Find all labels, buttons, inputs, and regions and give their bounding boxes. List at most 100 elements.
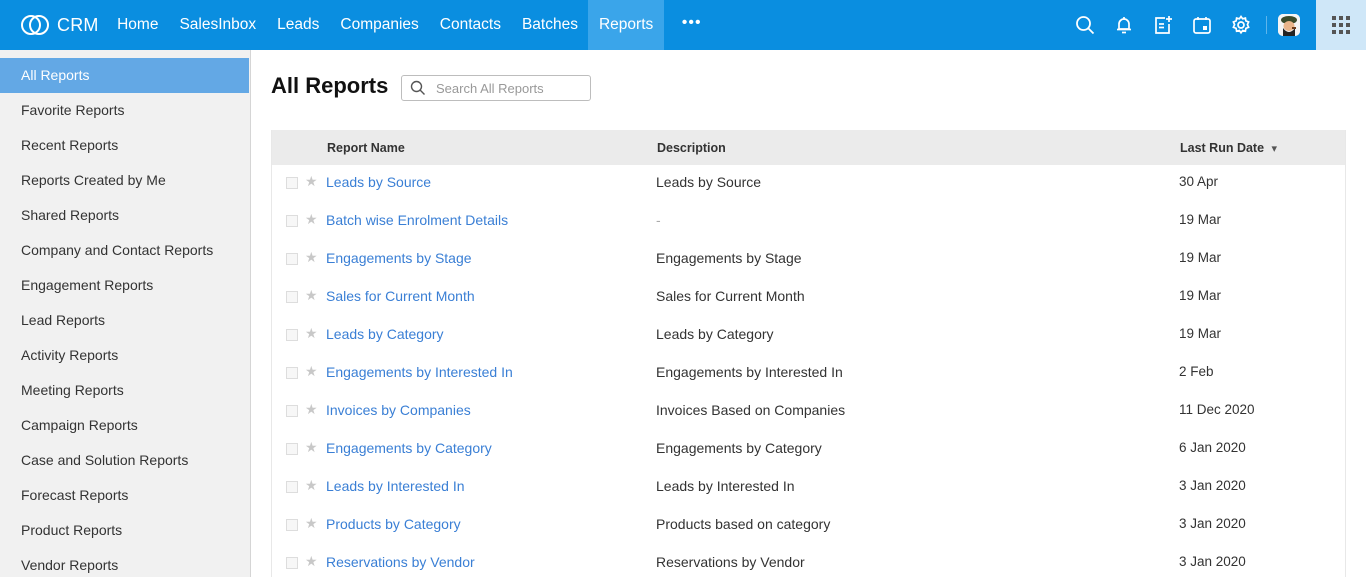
row-checkbox[interactable] [286,405,298,417]
sidebar-item-company-contact-reports[interactable]: Company and Contact Reports [0,233,250,268]
favorite-star-icon[interactable]: ★ [305,363,318,380]
report-name-link[interactable]: Products by Category [326,516,461,532]
report-name-link[interactable]: Engagements by Stage [326,250,472,266]
table-row: ★ Engagements by Stage Engagements by Stag… [272,241,1345,279]
report-name-link[interactable]: Engagements by Interested In [326,364,513,380]
report-description: - [656,212,661,228]
table-row: ★ Invoices by Companies Invoices Based on … [272,393,1345,431]
report-name-link[interactable]: Invoices by Companies [326,402,471,418]
search-box[interactable] [401,75,591,101]
sidebar-item-activity-reports[interactable]: Activity Reports [0,338,250,373]
nav-home[interactable]: Home [107,0,169,50]
sidebar-item-favorite-reports[interactable]: Favorite Reports [0,93,250,128]
report-name-link[interactable]: Leads by Interested In [326,478,465,494]
favorite-star-icon[interactable]: ★ [305,553,318,570]
avatar-image-icon [1278,14,1300,36]
row-checkbox[interactable] [286,443,298,455]
report-name-link[interactable]: Engagements by Category [326,440,492,456]
sidebar-item-case-solution-reports[interactable]: Case and Solution Reports [0,443,250,478]
favorite-star-icon[interactable]: ★ [305,401,318,418]
grid-icon [1332,16,1350,34]
favorite-star-icon[interactable]: ★ [305,211,318,228]
search-reports-input[interactable] [436,80,586,96]
row-checkbox[interactable] [286,177,298,189]
report-description: Invoices Based on Companies [656,402,846,418]
user-avatar[interactable] [1278,14,1300,36]
column-header-description[interactable]: Description [657,141,726,155]
report-description: Products based on category [656,516,831,532]
table-body: ★ Leads by Source Leads by Source 30 Apr ★ Ba… [272,165,1345,583]
sidebar-item-lead-reports[interactable]: Lead Reports [0,303,250,338]
favorite-star-icon[interactable]: ★ [305,515,318,532]
nav-salesinbox[interactable]: SalesInbox [169,0,267,50]
row-checkbox[interactable] [286,329,298,341]
row-checkbox[interactable] [286,557,298,569]
favorite-star-icon[interactable]: ★ [305,439,318,456]
report-last-run-date: 19 Mar [1179,288,1222,303]
row-checkbox[interactable] [286,291,298,303]
row-checkbox[interactable] [286,215,298,227]
nav-batches[interactable]: Batches [511,0,588,50]
favorite-star-icon[interactable]: ★ [305,173,318,190]
favorite-star-icon[interactable]: ★ [305,325,318,342]
crm-logo[interactable]: CRM [20,14,99,36]
report-last-run-date: 30 Apr [1179,174,1219,189]
sidebar-item-product-reports[interactable]: Product Reports [0,513,250,548]
report-last-run-date: 19 Mar [1179,326,1222,341]
report-description: Leads by Source [656,174,762,190]
sidebar-item-vendor-reports[interactable]: Vendor Reports [0,548,250,583]
row-checkbox[interactable] [286,367,298,379]
sidebar-item-recent-reports[interactable]: Recent Reports [0,128,250,163]
nav-leads[interactable]: Leads [267,0,330,50]
calendar-button[interactable] [1182,0,1221,50]
table-row: ★ Engagements by Interested In Engagements… [272,355,1345,393]
settings-button[interactable] [1221,0,1260,50]
table-row: ★ Sales for Current Month Sales for Curren… [272,279,1345,317]
apps-menu-button[interactable] [1316,0,1366,50]
sidebar-item-campaign-reports[interactable]: Campaign Reports [0,408,250,443]
search-button[interactable] [1065,0,1104,50]
report-last-run-date: 6 Jan 2020 [1179,440,1246,455]
sidebar-item-engagement-reports[interactable]: Engagement Reports [0,268,250,303]
topbar-actions [1065,0,1366,50]
report-last-run-date: 19 Mar [1179,212,1222,227]
favorite-star-icon[interactable]: ★ [305,287,318,304]
report-name-link[interactable]: Leads by Category [326,326,444,342]
report-description: Engagements by Category [656,440,822,456]
reports-table: Report Name Description Last Run Date ▾ … [271,130,1346,577]
report-description: Engagements by Interested In [656,364,843,380]
nav-reports[interactable]: Reports [588,0,664,50]
row-checkbox[interactable] [286,519,298,531]
divider [1266,16,1267,34]
sidebar-item-all-reports[interactable]: All Reports [0,58,249,93]
report-name-link[interactable]: Leads by Source [326,174,431,190]
bell-icon [1116,17,1131,34]
column-header-report-name[interactable]: Report Name [327,141,405,155]
report-name-link[interactable]: Reservations by Vendor [326,554,475,570]
report-last-run-date: 3 Jan 2020 [1179,554,1246,569]
notifications-button[interactable] [1104,0,1143,50]
nav-contacts[interactable]: Contacts [429,0,511,50]
gear-icon [1231,15,1250,35]
reports-sidebar: All Reports Favorite Reports Recent Repo… [0,50,251,577]
table-row: ★ Leads by Category Leads by Category 19 Ma… [272,317,1345,355]
more-menu-button[interactable]: ••• [664,0,720,50]
report-name-link[interactable]: Batch wise Enrolment Details [326,212,508,228]
sidebar-item-forecast-reports[interactable]: Forecast Reports [0,478,250,513]
report-name-link[interactable]: Sales for Current Month [326,288,475,304]
sidebar-item-reports-created-by-me[interactable]: Reports Created by Me [0,163,250,198]
favorite-star-icon[interactable]: ★ [305,249,318,266]
add-note-icon [1154,16,1172,34]
add-note-button[interactable] [1143,0,1182,50]
table-header: Report Name Description Last Run Date ▾ [272,130,1345,165]
main-content: All Reports Report Name Description Last… [251,50,1366,577]
table-row: ★ Reservations by Vendor Reservations by V… [272,545,1345,583]
row-checkbox[interactable] [286,481,298,493]
row-checkbox[interactable] [286,253,298,265]
column-header-last-run-date[interactable]: Last Run Date ▾ [1180,141,1277,155]
nav-companies[interactable]: Companies [330,0,429,50]
sidebar-item-meeting-reports[interactable]: Meeting Reports [0,373,250,408]
favorite-star-icon[interactable]: ★ [305,477,318,494]
sidebar-item-shared-reports[interactable]: Shared Reports [0,198,250,233]
report-last-run-date: 11 Dec 2020 [1179,402,1255,417]
